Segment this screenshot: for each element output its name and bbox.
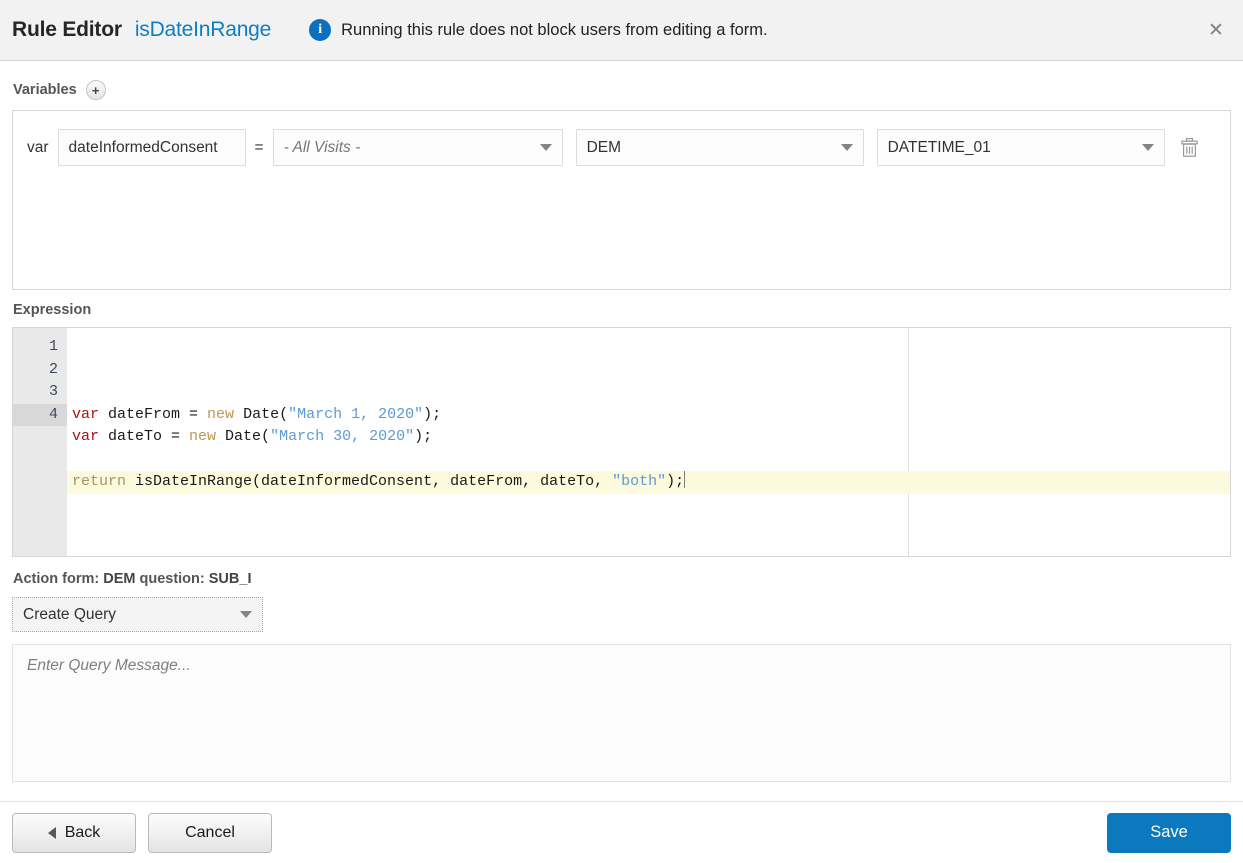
- code-token: Date(: [243, 405, 289, 423]
- code-token: "both": [612, 473, 667, 490]
- code-token: dateTo =: [108, 428, 190, 445]
- editor-code-area[interactable]: var dateFrom = new Date("March 1, 2020")…: [67, 328, 1230, 556]
- code-line[interactable]: var dateFrom = new Date("March 1, 2020")…: [67, 404, 1230, 427]
- variable-row: var dateInformedConsent = - All Visits -…: [27, 129, 1216, 166]
- visit-select[interactable]: - All Visits -: [272, 129, 563, 166]
- text-cursor: [684, 471, 686, 488]
- line-number: 3: [48, 383, 58, 400]
- page-title: Rule Editor: [12, 18, 122, 41]
- variables-label-text: Variables: [13, 82, 77, 98]
- dialog-body: Variables + var dateInformedConsent = - …: [0, 61, 1243, 801]
- action-type-select[interactable]: Create Query: [12, 597, 263, 632]
- cancel-button[interactable]: Cancel: [148, 812, 272, 853]
- editor-ruler: [908, 328, 909, 556]
- cancel-button-label: Cancel: [185, 823, 235, 841]
- action-middle: question:: [139, 571, 205, 587]
- code-token: new: [207, 405, 244, 423]
- item-select-value: DATETIME_01: [887, 138, 991, 156]
- action-form-label: Action form: DEM question: SUB_I: [13, 571, 1231, 587]
- code-token: isDateInRange(dateInformedConsent, dateF…: [135, 473, 613, 490]
- expression-label-text: Expression: [13, 302, 92, 318]
- action-question-name: SUB_I: [208, 571, 252, 587]
- chevron-down-icon: [539, 144, 552, 151]
- chevron-down-icon: [840, 144, 853, 151]
- code-token: Date(: [225, 428, 271, 445]
- code-token: dateFrom =: [108, 405, 208, 423]
- code-token: new: [189, 428, 226, 445]
- form-select-value: DEM: [586, 138, 622, 156]
- code-line[interactable]: return isDateInRange(dateInformedConsent…: [67, 471, 1230, 494]
- form-select[interactable]: DEM: [575, 129, 864, 166]
- action-prefix: Action form:: [13, 571, 100, 587]
- variable-name-input[interactable]: dateInformedConsent: [57, 129, 246, 166]
- code-line[interactable]: [67, 449, 1230, 472]
- code-editor[interactable]: 1234 var dateFrom = new Date("March 1, 2…: [12, 327, 1231, 557]
- info-note: i Running this rule does not block users…: [309, 19, 768, 41]
- footer-left-buttons: Back Cancel: [12, 812, 272, 853]
- back-button-label: Back: [64, 823, 101, 841]
- trash-icon[interactable]: [1179, 135, 1201, 161]
- item-select[interactable]: DATETIME_01: [876, 129, 1165, 166]
- code-token: "March 1, 2020": [288, 405, 424, 423]
- action-form-name: DEM: [103, 571, 136, 587]
- code-token: return: [72, 473, 136, 490]
- code-token: );: [423, 405, 442, 423]
- dialog-footer: Back Cancel Save: [0, 801, 1243, 863]
- close-icon[interactable]: ✕: [1203, 17, 1229, 43]
- var-keyword: var: [27, 138, 49, 156]
- line-number: 1: [48, 338, 58, 355]
- expression-section-label: Expression: [13, 302, 1231, 318]
- add-variable-button[interactable]: +: [85, 80, 106, 100]
- code-line[interactable]: var dateTo = new Date("March 30, 2020");: [67, 426, 1230, 449]
- chevron-down-icon: [1141, 144, 1154, 151]
- visit-select-value: - All Visits -: [283, 138, 361, 156]
- variables-section-label: Variables +: [13, 80, 1231, 100]
- info-note-text: Running this rule does not block users f…: [341, 20, 768, 39]
- chevron-down-icon: [240, 611, 252, 618]
- query-message-input[interactable]: Enter Query Message...: [12, 644, 1231, 782]
- line-number: 2: [48, 360, 58, 378]
- back-button[interactable]: Back: [12, 812, 136, 853]
- equals-sign: =: [254, 138, 264, 156]
- variables-panel: var dateInformedConsent = - All Visits -…: [12, 110, 1231, 290]
- code-token: "March 30, 2020": [270, 428, 415, 445]
- info-circle-icon: i: [309, 19, 332, 41]
- action-type-value: Create Query: [23, 605, 117, 623]
- editor-gutter: 1 2 3 4: [13, 328, 67, 556]
- code-token: var: [72, 428, 109, 445]
- line-number: 4: [13, 403, 67, 426]
- chevron-left-icon: [47, 826, 56, 839]
- code-token: );: [414, 428, 433, 445]
- code-token: var: [72, 405, 109, 423]
- dialog-header: Rule Editor isDateInRange i Running this…: [0, 0, 1243, 61]
- save-button[interactable]: Save: [1107, 812, 1231, 853]
- rule-editor-dialog: Rule Editor isDateInRange i Running this…: [0, 0, 1243, 863]
- code-token: );: [666, 473, 685, 490]
- rule-name-link[interactable]: isDateInRange: [135, 18, 272, 42]
